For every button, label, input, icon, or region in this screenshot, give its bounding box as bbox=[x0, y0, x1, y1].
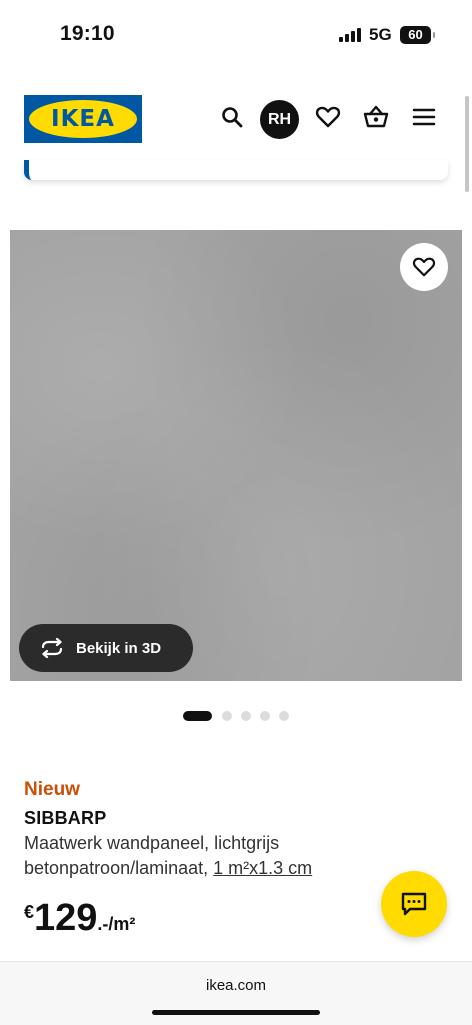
user-avatar[interactable]: RH bbox=[260, 100, 299, 139]
new-badge: Nieuw bbox=[24, 779, 80, 800]
chat-button[interactable] bbox=[381, 871, 447, 937]
product-image[interactable] bbox=[10, 230, 462, 681]
carousel-dot-active[interactable] bbox=[183, 711, 212, 721]
carousel-dot[interactable] bbox=[260, 711, 270, 721]
chat-icon bbox=[401, 892, 427, 916]
search-icon[interactable] bbox=[217, 102, 247, 132]
product-description: Maatwerk wandpaneel, lichtgrijs betonpat… bbox=[24, 831, 454, 881]
info-banner-edge bbox=[24, 160, 448, 180]
view-in-3d-button[interactable]: Bekijk in 3D bbox=[19, 624, 193, 672]
browser-address-bar: ikea.com bbox=[0, 961, 472, 1025]
heart-icon[interactable] bbox=[313, 102, 343, 132]
menu-icon[interactable] bbox=[409, 102, 439, 132]
carousel-dot[interactable] bbox=[222, 711, 232, 721]
url-text[interactable]: ikea.com bbox=[0, 977, 472, 994]
status-time: 19:10 bbox=[60, 22, 115, 45]
carousel-dot[interactable] bbox=[241, 711, 251, 721]
network-type: 5G bbox=[369, 25, 392, 44]
view-in-3d-label: Bekijk in 3D bbox=[76, 639, 162, 657]
signal-icon bbox=[339, 28, 361, 42]
site-header: IKEA RH bbox=[0, 88, 472, 152]
status-bar: 19:10 5G 60 bbox=[0, 0, 472, 70]
logo-text: IKEA bbox=[51, 106, 115, 132]
scrollbar-thumb[interactable] bbox=[465, 96, 469, 192]
product-name: SIBBARP bbox=[24, 808, 107, 828]
home-indicator[interactable] bbox=[152, 1010, 320, 1015]
carousel-dot[interactable] bbox=[279, 711, 289, 721]
battery-icon: 60 bbox=[400, 26, 435, 44]
product-size-link[interactable]: 1 m²x1.3 cm bbox=[213, 858, 312, 878]
basket-icon[interactable] bbox=[361, 102, 391, 132]
heart-icon bbox=[412, 257, 436, 277]
add-to-favourites-button[interactable] bbox=[400, 243, 448, 291]
logo-oval: IKEA bbox=[29, 100, 137, 138]
price-currency: € bbox=[24, 902, 35, 922]
image-carousel-indicator bbox=[0, 710, 472, 722]
price-unit: .-/m² bbox=[97, 914, 136, 934]
rotate-3d-icon bbox=[41, 638, 63, 658]
price-integer: 129 bbox=[34, 897, 98, 939]
product-price: € 129 .-/m² bbox=[24, 896, 135, 940]
ikea-logo[interactable]: IKEA bbox=[24, 95, 142, 143]
